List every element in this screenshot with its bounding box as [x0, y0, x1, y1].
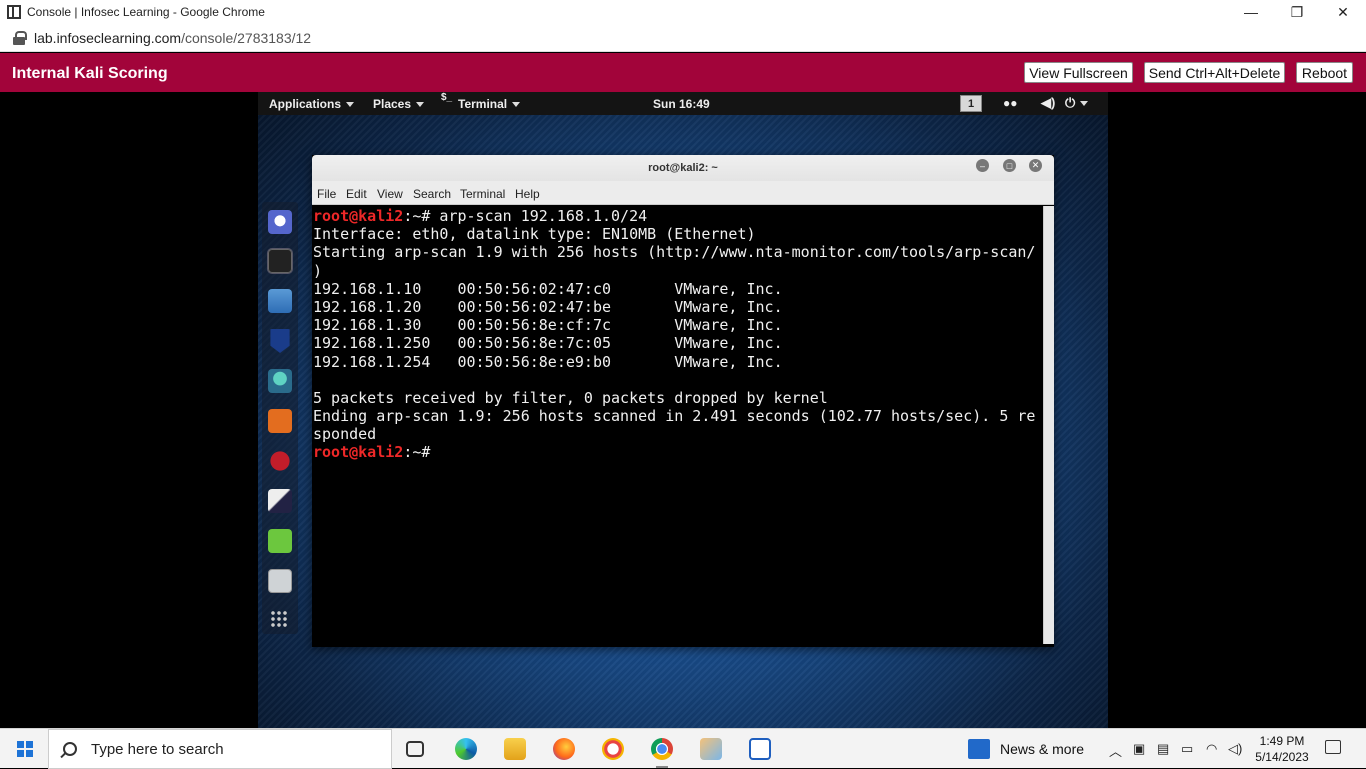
- terminal-minimize-button[interactable]: –: [976, 159, 989, 172]
- menu-terminal[interactable]: Terminal: [460, 187, 505, 201]
- paint-icon[interactable]: [700, 738, 722, 760]
- output-line: Interface: eth0, datalink type: EN10MB (…: [313, 225, 756, 244]
- output-line: 5 packets received by filter, 0 packets …: [313, 388, 828, 407]
- news-widget[interactable]: News & more: [968, 739, 1084, 759]
- terminal-title: root@kali2: ~: [648, 162, 718, 174]
- volume-tray-icon[interactable]: ◁): [1228, 741, 1242, 757]
- terminal-icon[interactable]: [267, 248, 293, 274]
- power-icon[interactable]: ⏻: [1065, 95, 1088, 111]
- close-button[interactable]: ✕: [1320, 0, 1366, 24]
- news-icon: [968, 739, 990, 759]
- menu-file[interactable]: File: [317, 187, 336, 201]
- lock-icon[interactable]: [13, 30, 27, 45]
- show-apps-icon[interactable]: [270, 610, 288, 628]
- search-placeholder: Type here to search: [91, 740, 224, 758]
- send-ctrl-alt-delete-button[interactable]: Send Ctrl+Alt+Delete: [1144, 62, 1285, 83]
- screenshot-icon[interactable]: [268, 569, 292, 593]
- output-line: sponded: [313, 425, 377, 444]
- prompt-user: root@kali2: [313, 207, 404, 225]
- applications-menu[interactable]: Applications: [269, 97, 354, 111]
- taskbar-search-box[interactable]: Type here to search: [48, 729, 392, 769]
- terminal-scrollbar[interactable]: [1043, 206, 1054, 644]
- terminal-title-bar[interactable]: root@kali2: ~ – □ ✕: [312, 155, 1054, 181]
- prompt-path: :~#: [403, 443, 431, 462]
- output-line: 192.168.1.250 00:50:56:8e:7c:05 VMware, …: [313, 334, 783, 353]
- command-line: root@kali2:~# arp-scan 192.168.1.0/24: [313, 207, 1043, 225]
- beef-icon[interactable]: [268, 449, 292, 473]
- workspace-indicator[interactable]: 1: [960, 95, 982, 112]
- faraday-icon[interactable]: [268, 489, 292, 513]
- output-line: Starting arp-scan 1.9 with 256 hosts (ht…: [313, 243, 1036, 262]
- firefox-icon[interactable]: [553, 738, 575, 760]
- output-line: 192.168.1.254 00:50:56:8e:e9:b0 VMware, …: [313, 352, 783, 371]
- metasploit-icon[interactable]: [270, 329, 290, 353]
- menu-help[interactable]: Help: [515, 187, 540, 201]
- notepad-icon[interactable]: [749, 738, 771, 760]
- top-bar-clock[interactable]: Sun 16:49: [653, 97, 710, 111]
- reboot-button[interactable]: Reboot: [1296, 62, 1353, 83]
- output-line: Ending arp-scan 1.9: 256 hosts scanned i…: [313, 407, 1036, 426]
- gnome-top-bar: Applications Places $_ Terminal Sun 16:4…: [258, 92, 1108, 115]
- vm-console-screen[interactable]: Applications Places $_ Terminal Sun 16:4…: [258, 92, 1108, 728]
- view-fullscreen-button[interactable]: View Fullscreen: [1024, 62, 1133, 83]
- clock-time: 1:49 PM: [1259, 734, 1305, 748]
- display-icon[interactable]: ▤: [1157, 741, 1169, 757]
- terminal-menu-bar: File Edit View Search Terminal Help: [312, 181, 1054, 205]
- terminal-app-menu[interactable]: Terminal: [458, 97, 520, 111]
- url-text[interactable]: lab.infoseclearning.com/console/2783183/…: [34, 30, 311, 46]
- terminal-small-icon: $_: [441, 92, 453, 103]
- infosec-favicon-icon: [7, 5, 21, 19]
- network-icon[interactable]: ◠: [1206, 741, 1217, 757]
- files-icon[interactable]: [268, 289, 292, 313]
- console-title: Internal Kali Scoring: [12, 65, 168, 82]
- menu-edit[interactable]: Edit: [346, 187, 367, 201]
- task-view-icon[interactable]: [406, 741, 424, 757]
- clock-date: 5/14/2023: [1255, 750, 1309, 764]
- windows-start-icon[interactable]: [17, 741, 33, 757]
- file-explorer-icon[interactable]: [504, 738, 526, 760]
- terminal-close-button[interactable]: ✕: [1029, 159, 1042, 172]
- address-bar[interactable]: lab.infoseclearning.com/console/2783183/…: [0, 24, 1366, 52]
- notifications-icon[interactable]: [1325, 740, 1341, 754]
- minimize-button[interactable]: —: [1228, 0, 1274, 24]
- users-icon[interactable]: ●●: [1003, 96, 1018, 110]
- battery-icon[interactable]: ▭: [1181, 741, 1193, 757]
- burpsuite-icon[interactable]: [268, 409, 292, 433]
- output-line: ): [313, 261, 323, 280]
- chrome-icon[interactable]: [651, 738, 673, 768]
- restore-button[interactable]: ❐: [1274, 0, 1320, 24]
- menu-view[interactable]: View: [377, 187, 403, 201]
- kali-dock: [262, 202, 298, 634]
- prompt-user: root@kali2: [313, 443, 404, 462]
- search-icon: [63, 742, 77, 756]
- show-hidden-icons-icon[interactable]: ︿: [1109, 741, 1122, 760]
- app-icon[interactable]: [602, 738, 624, 760]
- kali-icon[interactable]: [268, 210, 292, 234]
- system-clock[interactable]: 1:49 PM 5/14/2023: [1255, 733, 1309, 765]
- menu-search[interactable]: Search: [413, 187, 451, 201]
- terminal-maximize-button[interactable]: □: [1003, 159, 1016, 172]
- terminal-window[interactable]: root@kali2: ~ – □ ✕ File Edit View Searc…: [312, 155, 1054, 647]
- current-prompt-line[interactable]: root@kali2:~#: [313, 443, 1043, 461]
- edge-icon[interactable]: [455, 738, 477, 760]
- places-menu[interactable]: Places: [373, 97, 424, 111]
- news-label: News & more: [1000, 741, 1085, 757]
- meet-now-icon[interactable]: ▣: [1133, 741, 1145, 757]
- output-line: 192.168.1.10 00:50:56:02:47:c0 VMware, I…: [313, 279, 783, 298]
- notes-icon[interactable]: [268, 529, 292, 553]
- browser-window-title: Console | Infosec Learning - Google Chro…: [27, 5, 265, 19]
- output-line: 192.168.1.30 00:50:56:8e:cf:7c VMware, I…: [313, 316, 783, 335]
- command-text: arp-scan 192.168.1.0/24: [430, 207, 648, 225]
- terminal-output[interactable]: root@kali2:~# arp-scan 192.168.1.0/24 In…: [312, 206, 1043, 644]
- output-line: 192.168.1.20 00:50:56:02:47:be VMware, I…: [313, 297, 783, 316]
- browser-title-bar: Console | Infosec Learning - Google Chro…: [0, 0, 1366, 24]
- armitage-icon[interactable]: [268, 369, 292, 393]
- volume-icon[interactable]: ◀): [1041, 95, 1055, 111]
- windows-taskbar: Type here to search News & more ︿ ▣ ▤ ▭ …: [0, 728, 1366, 769]
- prompt-path: :~#: [403, 207, 431, 225]
